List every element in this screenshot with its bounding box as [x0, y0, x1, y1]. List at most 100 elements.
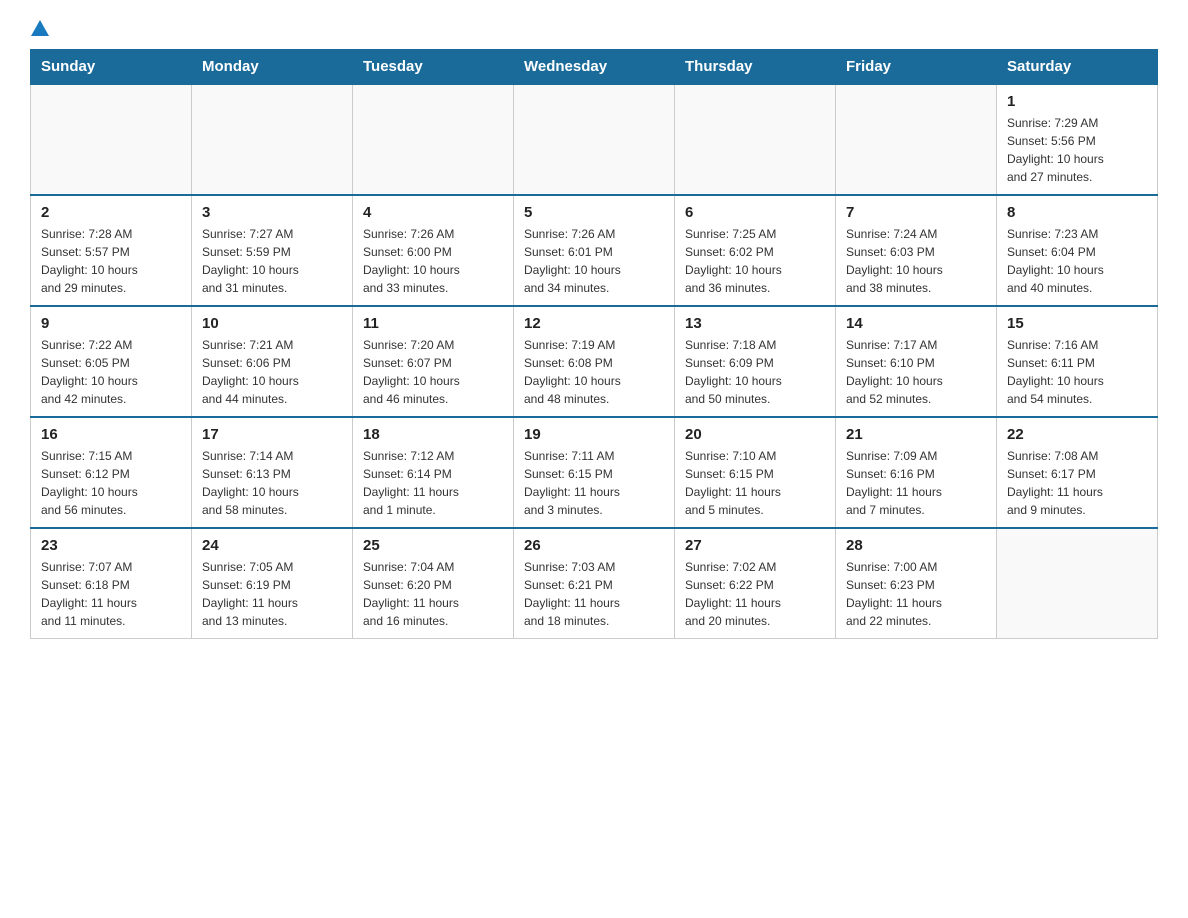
calendar-cell: 25Sunrise: 7:04 AMSunset: 6:20 PMDayligh… [353, 528, 514, 639]
day-number: 22 [1007, 426, 1147, 443]
day-info: Daylight: 10 hours [685, 261, 825, 279]
calendar-cell: 13Sunrise: 7:18 AMSunset: 6:09 PMDayligh… [675, 306, 836, 417]
logo [30, 20, 49, 39]
day-number: 10 [202, 315, 342, 332]
calendar-cell: 18Sunrise: 7:12 AMSunset: 6:14 PMDayligh… [353, 417, 514, 528]
day-number: 11 [363, 315, 503, 332]
day-number: 27 [685, 537, 825, 554]
day-number: 21 [846, 426, 986, 443]
day-info: Daylight: 11 hours [524, 594, 664, 612]
calendar-week-row: 23Sunrise: 7:07 AMSunset: 6:18 PMDayligh… [31, 528, 1158, 639]
calendar-cell: 24Sunrise: 7:05 AMSunset: 6:19 PMDayligh… [192, 528, 353, 639]
page-header [30, 20, 1158, 39]
day-info: Sunrise: 7:08 AM [1007, 447, 1147, 465]
calendar-week-row: 9Sunrise: 7:22 AMSunset: 6:05 PMDaylight… [31, 306, 1158, 417]
calendar-cell [997, 528, 1158, 639]
day-info: Daylight: 10 hours [1007, 150, 1147, 168]
day-info: Daylight: 10 hours [363, 261, 503, 279]
day-info: and 18 minutes. [524, 612, 664, 630]
day-info: Sunrise: 7:02 AM [685, 558, 825, 576]
day-info: Daylight: 10 hours [202, 372, 342, 390]
day-number: 4 [363, 204, 503, 221]
day-info: Daylight: 11 hours [363, 483, 503, 501]
day-info: Daylight: 11 hours [41, 594, 181, 612]
day-info: Sunrise: 7:20 AM [363, 336, 503, 354]
day-number: 15 [1007, 315, 1147, 332]
day-info: Sunset: 6:18 PM [41, 576, 181, 594]
day-info: Daylight: 11 hours [846, 594, 986, 612]
weekday-header-wednesday: Wednesday [514, 50, 675, 85]
day-info: Daylight: 11 hours [524, 483, 664, 501]
day-info: Sunset: 5:59 PM [202, 243, 342, 261]
day-info: and 48 minutes. [524, 390, 664, 408]
day-info: Sunrise: 7:16 AM [1007, 336, 1147, 354]
day-info: Sunrise: 7:00 AM [846, 558, 986, 576]
day-number: 3 [202, 204, 342, 221]
calendar-table: SundayMondayTuesdayWednesdayThursdayFrid… [30, 49, 1158, 639]
day-info: Daylight: 11 hours [685, 594, 825, 612]
day-info: Sunrise: 7:05 AM [202, 558, 342, 576]
day-info: and 40 minutes. [1007, 279, 1147, 297]
day-info: Daylight: 10 hours [685, 372, 825, 390]
day-info: Sunset: 6:08 PM [524, 354, 664, 372]
day-info: and 27 minutes. [1007, 168, 1147, 186]
day-number: 26 [524, 537, 664, 554]
day-number: 13 [685, 315, 825, 332]
day-info: and 13 minutes. [202, 612, 342, 630]
calendar-cell: 11Sunrise: 7:20 AMSunset: 6:07 PMDayligh… [353, 306, 514, 417]
calendar-cell: 28Sunrise: 7:00 AMSunset: 6:23 PMDayligh… [836, 528, 997, 639]
day-info: Daylight: 10 hours [524, 372, 664, 390]
day-info: Daylight: 10 hours [202, 483, 342, 501]
day-info: Sunrise: 7:11 AM [524, 447, 664, 465]
day-info: and 38 minutes. [846, 279, 986, 297]
day-info: Sunset: 6:16 PM [846, 465, 986, 483]
calendar-cell: 26Sunrise: 7:03 AMSunset: 6:21 PMDayligh… [514, 528, 675, 639]
day-info: Daylight: 10 hours [202, 261, 342, 279]
day-info: and 11 minutes. [41, 612, 181, 630]
calendar-cell: 16Sunrise: 7:15 AMSunset: 6:12 PMDayligh… [31, 417, 192, 528]
day-info: and 34 minutes. [524, 279, 664, 297]
day-info: and 42 minutes. [41, 390, 181, 408]
day-info: Daylight: 10 hours [41, 483, 181, 501]
day-info: Sunrise: 7:29 AM [1007, 114, 1147, 132]
day-info: Sunset: 6:20 PM [363, 576, 503, 594]
logo-triangle-icon [31, 20, 49, 36]
day-info: and 29 minutes. [41, 279, 181, 297]
day-number: 2 [41, 204, 181, 221]
calendar-header: SundayMondayTuesdayWednesdayThursdayFrid… [31, 50, 1158, 85]
day-info: Daylight: 10 hours [41, 372, 181, 390]
calendar-cell: 10Sunrise: 7:21 AMSunset: 6:06 PMDayligh… [192, 306, 353, 417]
day-info: Sunrise: 7:22 AM [41, 336, 181, 354]
calendar-cell: 3 Sunrise: 7:27 AMSunset: 5:59 PMDaylight… [192, 195, 353, 306]
day-number: 28 [846, 537, 986, 554]
day-info: and 20 minutes. [685, 612, 825, 630]
day-info: Sunrise: 7:10 AM [685, 447, 825, 465]
calendar-week-row: 2Sunrise: 7:28 AMSunset: 5:57 PMDaylight… [31, 195, 1158, 306]
calendar-cell: 2Sunrise: 7:28 AMSunset: 5:57 PMDaylight… [31, 195, 192, 306]
day-info: Sunrise: 7:27 AM [202, 225, 342, 243]
day-info: and 46 minutes. [363, 390, 503, 408]
day-info: Sunset: 6:03 PM [846, 243, 986, 261]
day-info: Daylight: 10 hours [846, 372, 986, 390]
day-info: Daylight: 10 hours [524, 261, 664, 279]
day-info: Sunset: 6:09 PM [685, 354, 825, 372]
calendar-body: 1Sunrise: 7:29 AMSunset: 5:56 PMDaylight… [31, 84, 1158, 639]
day-info: Daylight: 10 hours [363, 372, 503, 390]
calendar-cell: 8Sunrise: 7:23 AMSunset: 6:04 PMDaylight… [997, 195, 1158, 306]
day-info: and 7 minutes. [846, 501, 986, 519]
weekday-header-tuesday: Tuesday [353, 50, 514, 85]
day-info: Sunrise: 7:26 AM [363, 225, 503, 243]
day-info: Sunset: 6:02 PM [685, 243, 825, 261]
day-info: and 44 minutes. [202, 390, 342, 408]
day-number: 7 [846, 204, 986, 221]
day-number: 23 [41, 537, 181, 554]
day-number: 25 [363, 537, 503, 554]
day-number: 8 [1007, 204, 1147, 221]
day-info: Daylight: 10 hours [1007, 261, 1147, 279]
day-info: Sunset: 6:13 PM [202, 465, 342, 483]
day-number: 24 [202, 537, 342, 554]
day-info: and 31 minutes. [202, 279, 342, 297]
day-info: Sunrise: 7:28 AM [41, 225, 181, 243]
day-number: 12 [524, 315, 664, 332]
day-info: Sunset: 6:01 PM [524, 243, 664, 261]
